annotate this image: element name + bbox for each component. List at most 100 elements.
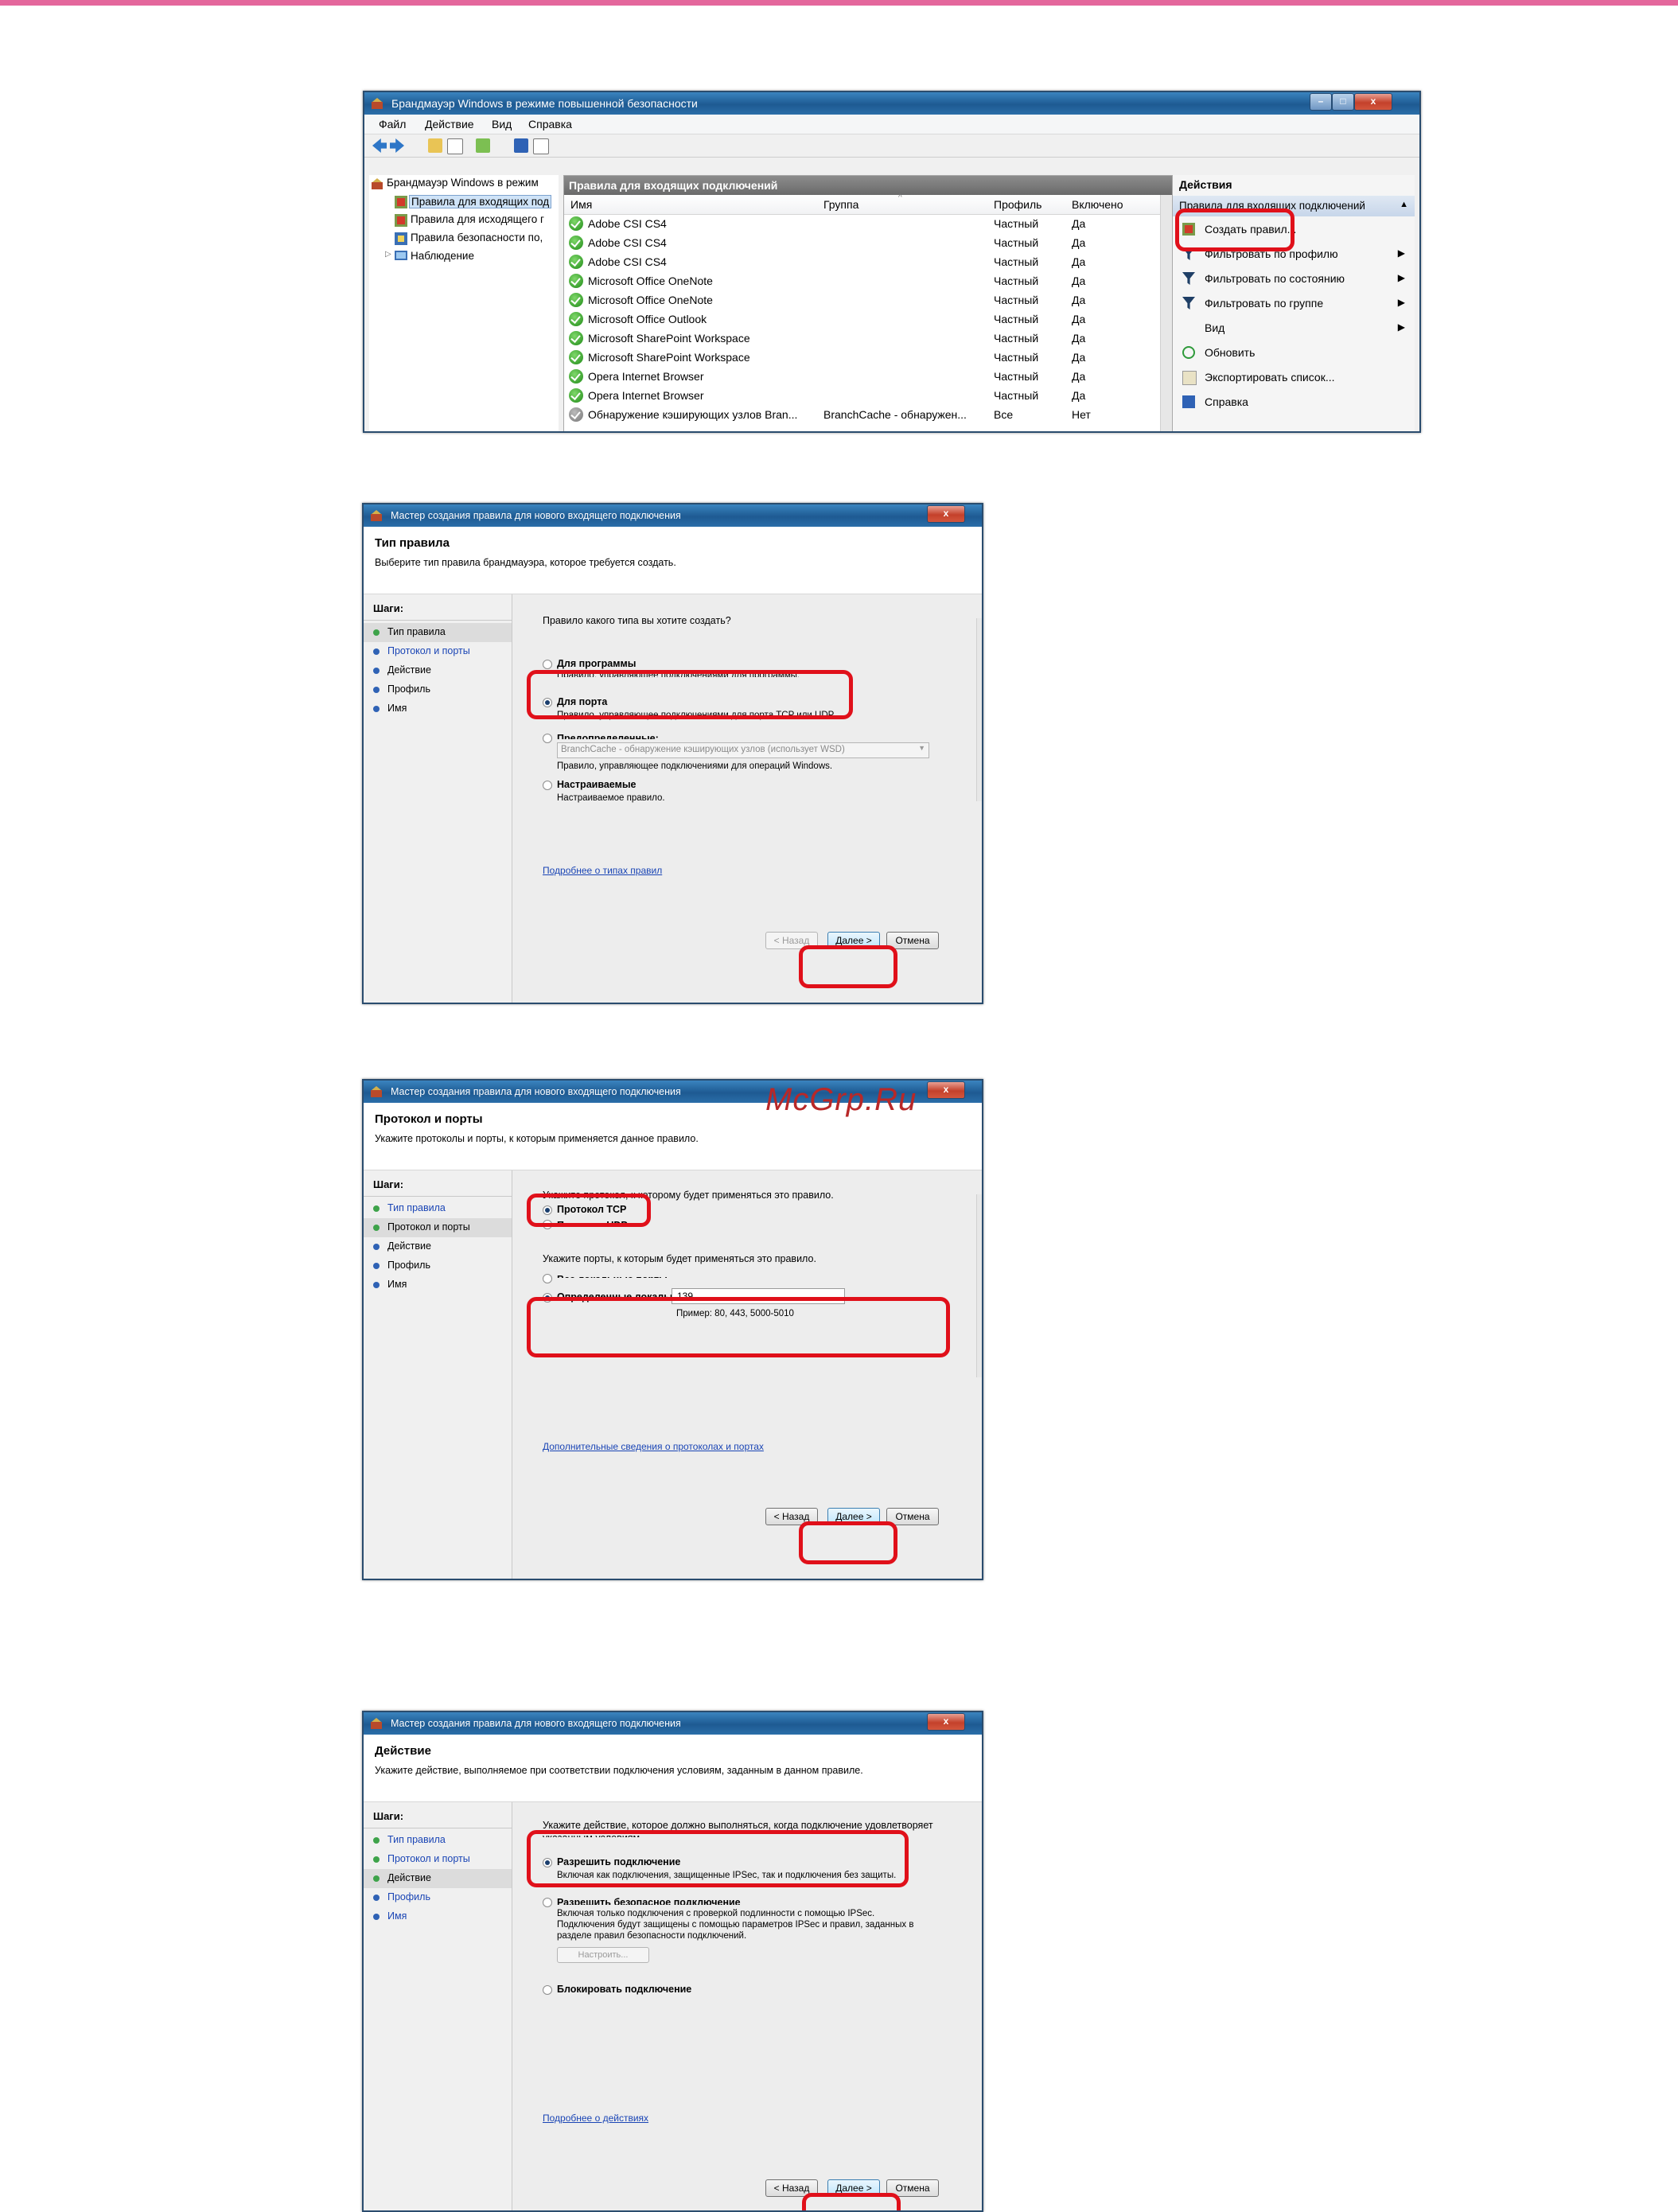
tree-item-monitoring[interactable]: Наблюдение: [411, 250, 474, 262]
table-row[interactable]: Opera Internet Browser Частный Да: [564, 386, 1161, 405]
table-row[interactable]: Opera Internet Browser Частный Да: [564, 367, 1161, 386]
cancel-button[interactable]: Отмена: [886, 932, 939, 949]
menu-action[interactable]: Действие: [425, 118, 474, 130]
console-tree-icon[interactable]: [447, 138, 463, 154]
rule-enabled: Да: [1072, 313, 1086, 325]
actions-help-link[interactable]: Подробнее о действиях: [543, 2113, 648, 2124]
step-name: Имя: [364, 1907, 512, 1926]
step-label: Протокол и порты: [387, 1853, 470, 1864]
menu-view[interactable]: Вид: [492, 118, 512, 130]
rule-types-help-link[interactable]: Подробнее о типах правил: [543, 865, 662, 876]
page-title: Протокол и порты: [375, 1112, 483, 1126]
table-row[interactable]: Adobe CSI CS4 Частный Да: [564, 233, 1161, 252]
back-arrow-icon[interactable]: [372, 138, 387, 153]
all-ports-label[interactable]: Все локальные порты: [557, 1274, 668, 1278]
action-item[interactable]: Обновить: [1173, 341, 1415, 365]
highlight-tcp-option: [527, 1194, 651, 1227]
table-row[interactable]: Microsoft Office OneNote Частный Да: [564, 271, 1161, 290]
highlight-specific-ports: [527, 1297, 950, 1357]
step-name: Имя: [364, 1275, 512, 1295]
rules-scrollbar[interactable]: [1160, 195, 1172, 431]
page-subtitle: Укажите протоколы и порты, к которым при…: [375, 1133, 699, 1144]
action-item[interactable]: Фильтровать по состоянию ▶: [1173, 267, 1415, 291]
cancel-button[interactable]: Отмена: [886, 1508, 939, 1525]
table-row[interactable]: Microsoft Office Outlook Частный Да: [564, 310, 1161, 329]
step-profile: Профиль: [364, 680, 512, 699]
page-subtitle: Выберите тип правила брандмауэра, которо…: [375, 557, 676, 568]
step-rule-type: Тип правила: [364, 1831, 512, 1850]
tree-item-outbound[interactable]: Правила для исходящего г: [411, 213, 544, 225]
close-button[interactable]: x: [927, 505, 965, 523]
close-button[interactable]: x: [1354, 93, 1392, 111]
action-item[interactable]: Вид ▶: [1173, 317, 1415, 341]
action-item[interactable]: Справка: [1173, 391, 1415, 415]
rule-enabled-icon: [569, 293, 583, 307]
steps-panel: Шаги: Тип правила Протокол и порты Дейст…: [364, 1170, 512, 1579]
step-action: Действие: [364, 1237, 512, 1256]
radio-all-ports[interactable]: [543, 1274, 552, 1283]
radio-allow-secure[interactable]: [543, 1898, 552, 1907]
action-item-label: Обновить: [1205, 346, 1256, 359]
radio-custom[interactable]: [543, 781, 552, 790]
page-subtitle: Укажите действие, выполняемое при соотве…: [375, 1765, 863, 1776]
radio-predefined[interactable]: [543, 734, 552, 743]
rule-name: Adobe CSI CS4: [588, 217, 667, 230]
col-name[interactable]: Имя: [570, 198, 592, 211]
highlight-allow-option: [527, 1830, 909, 1887]
rule-name: Microsoft SharePoint Workspace: [588, 351, 750, 364]
option-custom-label[interactable]: Настраиваемые: [557, 779, 636, 790]
step-label: Протокол и порты: [387, 645, 470, 656]
forward-arrow-icon[interactable]: [390, 138, 404, 153]
step-label: Протокол и порты: [387, 1221, 470, 1233]
rule-name: Microsoft Office OneNote: [588, 294, 713, 306]
up-folder-icon[interactable]: [428, 138, 442, 153]
step-label: Профиль: [387, 1891, 430, 1902]
block-label[interactable]: Блокировать подключение: [557, 1984, 691, 1995]
col-enabled[interactable]: Включено: [1072, 198, 1123, 211]
menu-help[interactable]: Справка: [528, 118, 572, 130]
table-row[interactable]: Microsoft SharePoint Workspace Частный Да: [564, 348, 1161, 367]
step-name: Имя: [364, 699, 512, 719]
radio-block[interactable]: [543, 1985, 552, 1995]
table-row[interactable]: Microsoft Office OneNote Частный Да: [564, 290, 1161, 310]
option-program-label[interactable]: Для программы: [557, 658, 636, 669]
submenu-arrow-icon: ▶: [1397, 321, 1405, 333]
tree-item-inbound[interactable]: Правила для входящих под: [409, 195, 552, 208]
close-button[interactable]: x: [927, 1081, 965, 1099]
action-pane-icon[interactable]: [533, 138, 549, 154]
allow-secure-desc-3: разделе правил безопасности подключений.: [557, 1931, 747, 1941]
configure-button[interactable]: Настроить...: [557, 1947, 649, 1963]
col-group[interactable]: Группа: [823, 198, 858, 211]
minimize-button[interactable]: –: [1310, 93, 1332, 111]
maximize-button[interactable]: □: [1332, 93, 1354, 111]
radio-program[interactable]: [543, 660, 552, 669]
table-row[interactable]: Обнаружение кэширующих узлов Bran... Bran…: [564, 405, 1161, 424]
content-scrollbar: [976, 1194, 982, 1377]
tree-root[interactable]: Брандмауэр Windows в режим: [387, 177, 539, 189]
rule-enabled: Да: [1072, 389, 1086, 402]
export-icon[interactable]: [476, 138, 490, 153]
rule-enabled-icon: [569, 350, 583, 364]
action-item[interactable]: Фильтровать по группе ▶: [1173, 292, 1415, 316]
col-profile[interactable]: Профиль: [994, 198, 1041, 211]
protocols-help-link[interactable]: Дополнительные сведения о протоколах и п…: [543, 1441, 764, 1452]
table-row[interactable]: Adobe CSI CS4 Частный Да: [564, 214, 1161, 233]
console-tree: Брандмауэр Windows в режим Правила для в…: [369, 175, 559, 431]
option-predefined-label[interactable]: Предопределенные:: [557, 733, 659, 739]
wizard-header: Тип правила Выберите тип правила брандма…: [364, 527, 982, 594]
step-rule-type: Тип правила: [364, 623, 512, 642]
tree-item-security[interactable]: Правила безопасности по,: [411, 232, 543, 243]
export-list-icon: [1182, 371, 1197, 385]
step-label: Имя: [387, 1910, 407, 1922]
rule-enabled-icon: [569, 369, 583, 384]
action-question-line1: Укажите действие, которое должно выполня…: [543, 1820, 933, 1831]
menu-file[interactable]: Файл: [379, 118, 406, 130]
expand-arrow-icon[interactable]: ▷: [385, 250, 391, 259]
close-button[interactable]: x: [927, 1713, 965, 1731]
table-row[interactable]: Adobe CSI CS4 Частный Да: [564, 252, 1161, 271]
help-icon[interactable]: [514, 138, 528, 153]
step-protocol-ports: Протокол и порты: [364, 1218, 512, 1237]
allow-secure-label[interactable]: Разрешить безопасное подключение: [557, 1897, 741, 1905]
table-row[interactable]: Microsoft SharePoint Workspace Частный Да: [564, 329, 1161, 348]
action-item[interactable]: Экспортировать список...: [1173, 366, 1415, 390]
